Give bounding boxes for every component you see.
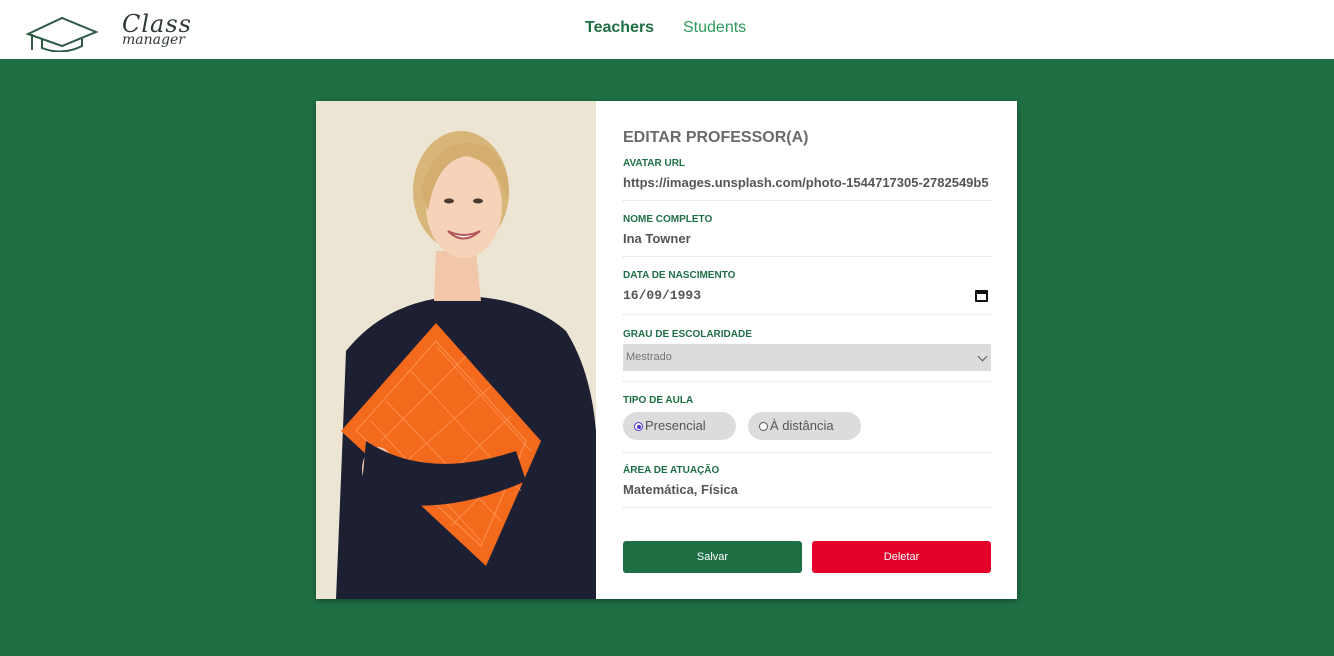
- avatar-url-input[interactable]: https://images.unsplash.com/photo-154471…: [623, 175, 991, 190]
- logo-text-manager: manager: [122, 32, 185, 48]
- education-selected-value: Mestrado: [626, 351, 672, 363]
- divider: [623, 256, 991, 257]
- radio-presencial-label: Presencial: [645, 418, 706, 433]
- birth-date-value: 16/09/1993: [623, 288, 702, 303]
- top-navbar: Class manager Teachers Students: [0, 0, 1334, 59]
- calendar-icon[interactable]: [975, 290, 988, 302]
- radio-unchecked-icon: [759, 422, 768, 431]
- divider: [623, 507, 991, 508]
- divider: [623, 452, 991, 453]
- birth-date-label: DATA DE NASCIMENTO: [623, 270, 736, 281]
- area-input[interactable]: Matemática, Física: [623, 482, 991, 497]
- radio-distancia[interactable]: À distância: [748, 412, 861, 440]
- radio-presencial[interactable]: Presencial: [623, 412, 736, 440]
- divider: [623, 200, 991, 201]
- education-select[interactable]: Mestrado: [623, 344, 991, 371]
- delete-button[interactable]: Deletar: [812, 541, 991, 573]
- chevron-down-icon: [977, 351, 988, 362]
- nav-link-teachers[interactable]: Teachers: [585, 19, 654, 37]
- form-title: EDITAR PROFESSOR(A): [623, 129, 809, 146]
- full-name-label: NOME COMPLETO: [623, 214, 713, 225]
- class-manager-logo[interactable]: Class manager: [24, 8, 191, 54]
- class-type-label: TIPO DE AULA: [623, 395, 694, 406]
- avatar-url-label: AVATAR URL: [623, 158, 686, 169]
- edit-teacher-card: EDITAR PROFESSOR(A) AVATAR URL https://i…: [316, 101, 1017, 599]
- divider: [623, 381, 991, 382]
- radio-checked-icon: [634, 422, 643, 431]
- graduation-cap-icon: [25, 16, 99, 52]
- nav-link-students[interactable]: Students: [683, 19, 746, 37]
- divider: [623, 314, 991, 315]
- teacher-avatar-photo: [316, 101, 596, 599]
- area-label: ÁREA DE ATUAÇÃO: [623, 465, 720, 476]
- full-name-input[interactable]: Ina Towner: [623, 231, 991, 246]
- radio-distancia-label: À distância: [770, 418, 834, 433]
- education-label: GRAU DE ESCOLARIDADE: [623, 329, 752, 340]
- save-button[interactable]: Salvar: [623, 541, 802, 573]
- birth-date-input[interactable]: 16/09/1993: [623, 288, 991, 308]
